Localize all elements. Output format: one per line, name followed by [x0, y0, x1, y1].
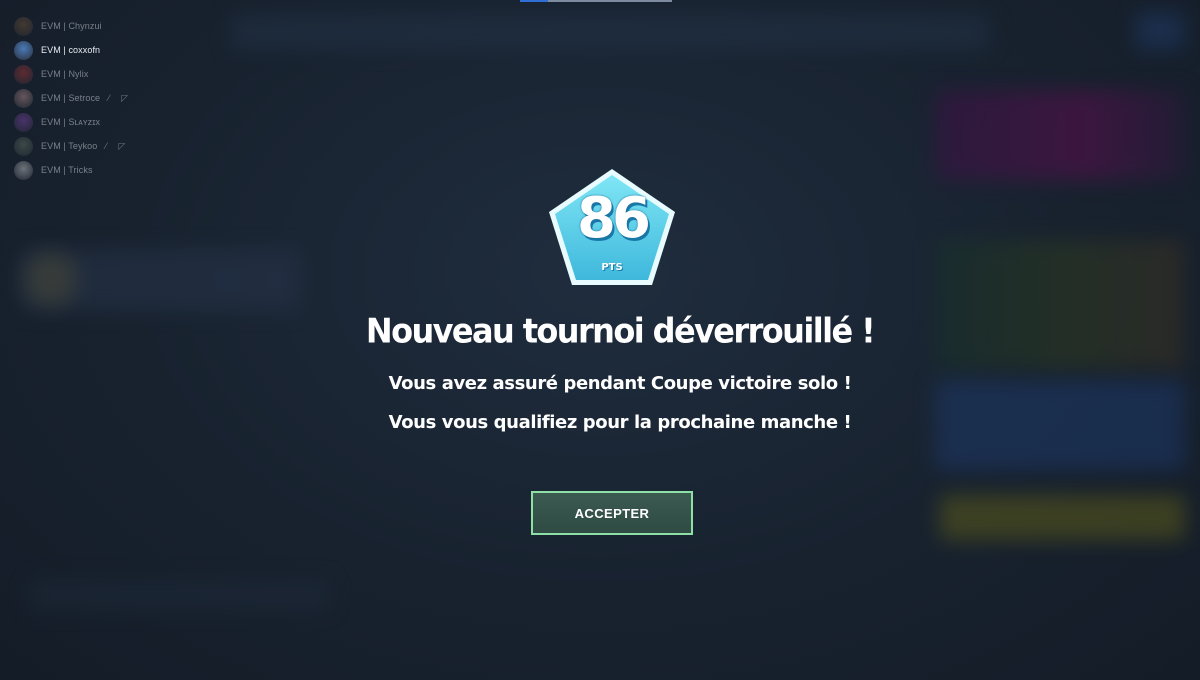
- points-badge: 86 PTS: [547, 167, 677, 287]
- status-icons: ⁄ ◸: [105, 141, 126, 152]
- avatar: [14, 88, 33, 108]
- muted-mic-icon: ⁄: [105, 140, 107, 151]
- dialog-title: Nouveau tournoi déverrouillé !: [365, 311, 876, 351]
- blurred-top-navigation: [230, 14, 990, 50]
- muted-speaker-icon: ◸: [118, 140, 126, 151]
- accept-button[interactable]: ACCEPTER: [531, 491, 693, 535]
- party-member[interactable]: EVM | Nylix: [14, 62, 214, 86]
- status-icons: ⁄ ◸: [108, 93, 129, 104]
- screen: EVM | Chynzui EVM | coxxofn EVM | Nylix EVM…: [0, 0, 1200, 680]
- party-member[interactable]: EVM | Teykoo ⁄ ◸: [14, 134, 214, 158]
- avatar: [14, 112, 33, 132]
- party-member-name: EVM | Nylix: [41, 69, 89, 79]
- blurred-right-button: [940, 495, 1185, 540]
- top-progress-indicator: [520, 0, 672, 2]
- avatar: [14, 136, 33, 156]
- blurred-left-lower-bar: [30, 580, 330, 610]
- avatar: [14, 160, 33, 180]
- muted-mic-icon: ⁄: [108, 92, 110, 103]
- blurred-top-button: [1135, 12, 1185, 50]
- dialog-message-line-2: Vous vous qualifiez pour la prochaine ma…: [388, 412, 852, 433]
- party-member[interactable]: EVM | Tricks: [14, 158, 214, 182]
- blurred-right-tile-1: [935, 90, 1185, 180]
- party-member-name: EVM | Chynzui: [41, 21, 102, 31]
- party-member[interactable]: EVM | coxxofn: [14, 38, 214, 62]
- party-member-name: EVM | Sʟᴀʏᴢɪx: [41, 117, 101, 127]
- avatar: [14, 64, 33, 84]
- party-member-name: EVM | coxxofn: [41, 45, 101, 55]
- party-member-name: EVM | Teykoo: [41, 141, 98, 151]
- dialog-message-line-1: Vous avez assuré pendant Coupe victoire …: [388, 373, 852, 394]
- party-member[interactable]: EVM | Setroce ⁄ ◸: [14, 86, 214, 110]
- avatar: [14, 16, 33, 36]
- blurred-left-avatar: [24, 252, 78, 306]
- points-unit: PTS: [601, 262, 623, 273]
- muted-speaker-icon: ◸: [121, 92, 129, 103]
- avatar: [14, 40, 33, 60]
- party-member-name: EVM | Setroce: [41, 93, 101, 103]
- party-list: EVM | Chynzui EVM | coxxofn EVM | Nylix EVM…: [14, 14, 214, 182]
- party-member-name: EVM | Tricks: [41, 165, 93, 175]
- party-member[interactable]: EVM | Chynzui: [14, 14, 214, 38]
- party-member[interactable]: EVM | Sʟᴀʏᴢɪx: [14, 110, 214, 134]
- points-value: 86: [577, 186, 651, 251]
